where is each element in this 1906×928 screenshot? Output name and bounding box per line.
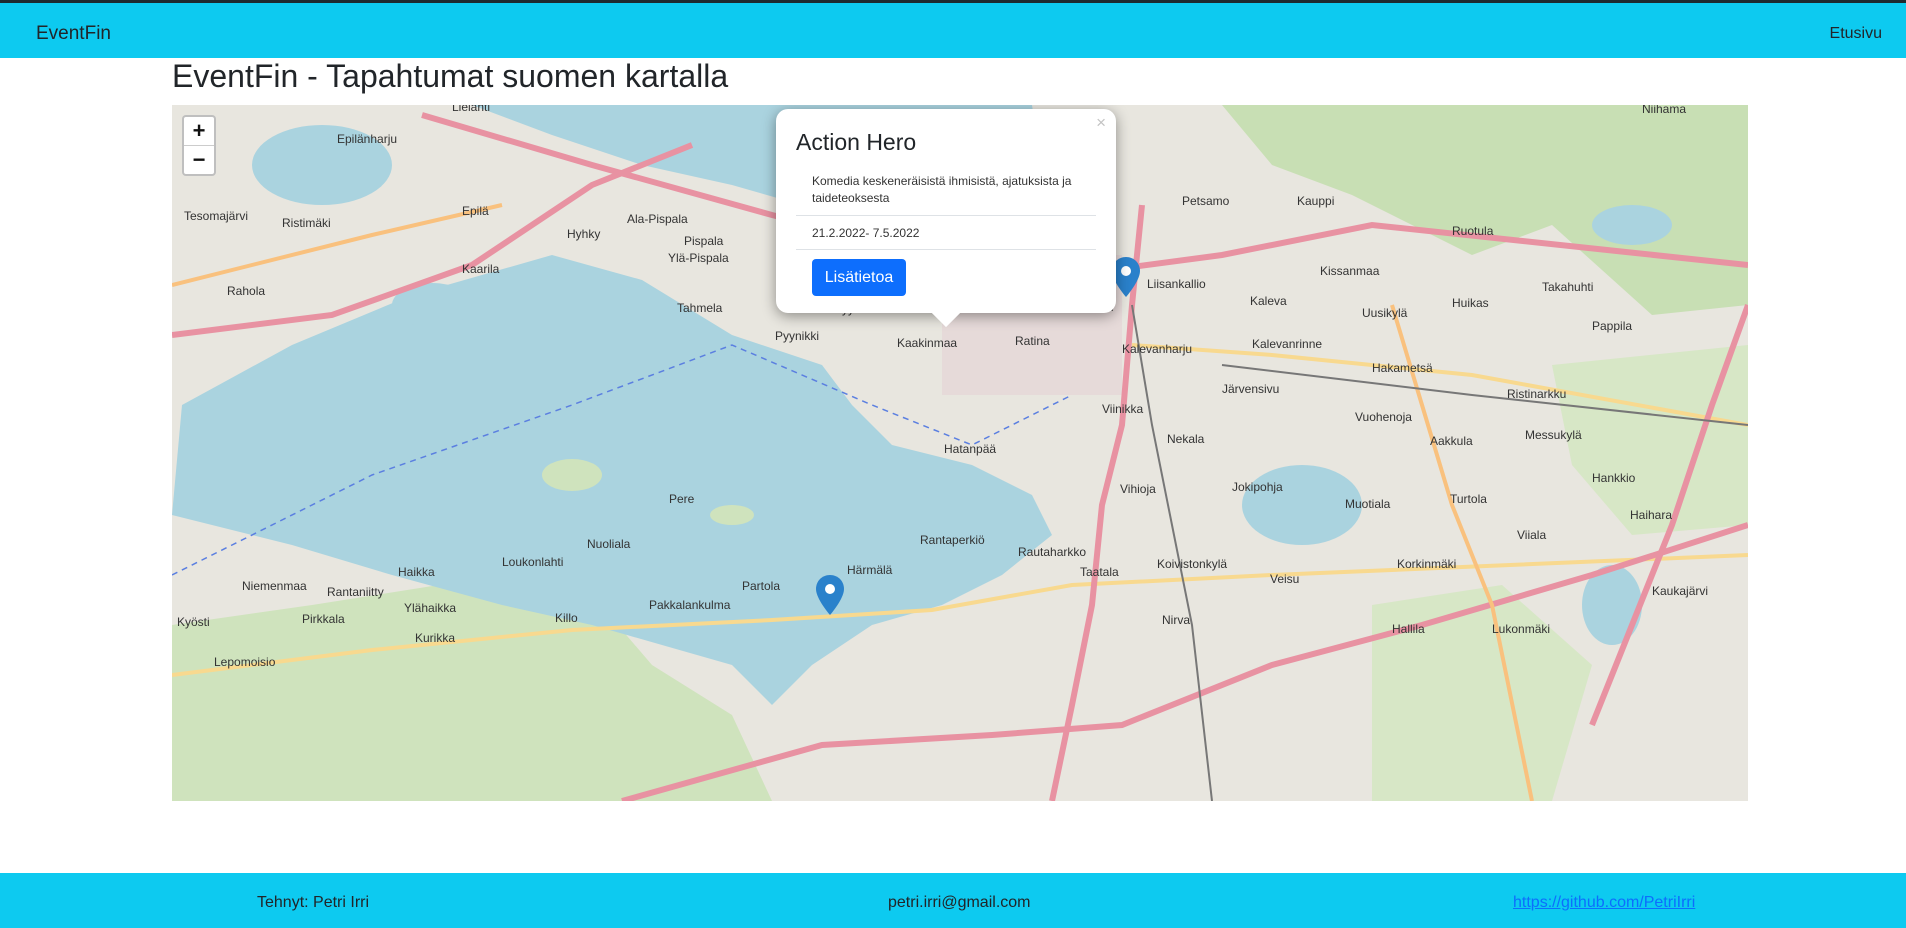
svg-text:Tesomajärvi: Tesomajärvi xyxy=(184,209,248,223)
svg-text:Vihioja: Vihioja xyxy=(1120,482,1156,496)
svg-text:Rantaperkiö: Rantaperkiö xyxy=(920,533,985,547)
svg-text:Vuohenoja: Vuohenoja xyxy=(1355,410,1412,424)
popup-description: Komedia keskeneräisistä ihmisistä, ajatu… xyxy=(812,174,1072,205)
svg-text:Kyösti: Kyösti xyxy=(177,615,210,629)
svg-text:Lukonmäki: Lukonmäki xyxy=(1492,622,1550,636)
svg-text:Kurikka: Kurikka xyxy=(415,631,455,645)
svg-text:Haikka: Haikka xyxy=(398,565,435,579)
event-marker-icon[interactable] xyxy=(816,575,844,615)
svg-text:Takahuhti: Takahuhti xyxy=(1542,280,1593,294)
svg-text:Nekala: Nekala xyxy=(1167,432,1205,446)
svg-text:Nuoliala: Nuoliala xyxy=(587,537,631,551)
svg-text:Niihama: Niihama xyxy=(1642,105,1686,116)
svg-text:Pispala: Pispala xyxy=(684,234,724,248)
svg-text:Ylähaikka: Ylähaikka xyxy=(404,601,456,615)
page-title: EventFin - Tapahtumat suomen kartalla xyxy=(172,58,729,94)
svg-text:Hatanpää: Hatanpää xyxy=(944,442,996,456)
svg-text:Viinikka: Viinikka xyxy=(1102,402,1143,416)
svg-text:Ratina: Ratina xyxy=(1015,334,1050,348)
event-map[interactable]: Lielahti Epilänharju Tesomajärvi Ristimä… xyxy=(172,105,1748,801)
svg-text:Kaarila: Kaarila xyxy=(462,262,500,276)
svg-text:Ristimäki: Ristimäki xyxy=(282,216,331,230)
event-marker-icon[interactable] xyxy=(1112,257,1140,297)
svg-text:Kalevanrinne: Kalevanrinne xyxy=(1252,337,1322,351)
footer: Tehnyt: Petri Irri petri.irri@gmail.com … xyxy=(0,873,1906,928)
svg-text:Viiala: Viiala xyxy=(1517,528,1546,542)
svg-text:Niemenmaa: Niemenmaa xyxy=(242,579,307,593)
zoom-control: + − xyxy=(182,115,216,176)
svg-text:Ylä-Pispala: Ylä-Pispala xyxy=(668,251,729,265)
svg-text:Lepomoisio: Lepomoisio xyxy=(214,655,276,669)
svg-text:Lielahti: Lielahti xyxy=(452,105,490,114)
svg-text:Taatala: Taatala xyxy=(1080,565,1119,579)
svg-text:Pirkkala: Pirkkala xyxy=(302,612,345,626)
svg-text:Aakkula: Aakkula xyxy=(1430,434,1473,448)
svg-text:Tahmela: Tahmela xyxy=(677,301,723,315)
svg-text:Rautaharkko: Rautaharkko xyxy=(1018,545,1086,559)
footer-github-link[interactable]: https://github.com/PetriIrri xyxy=(1513,894,1695,912)
svg-text:Kissanmaa: Kissanmaa xyxy=(1320,264,1380,278)
svg-text:Ruotula: Ruotula xyxy=(1452,224,1494,238)
svg-text:Epilä: Epilä xyxy=(462,204,489,218)
svg-text:Muotiala: Muotiala xyxy=(1345,497,1391,511)
footer-email: petri.irri@gmail.com xyxy=(888,894,1031,911)
svg-text:Pakkalankulma: Pakkalankulma xyxy=(649,598,731,612)
svg-text:Petsamo: Petsamo xyxy=(1182,194,1230,208)
svg-text:Veisu: Veisu xyxy=(1270,572,1299,586)
brand-link[interactable]: EventFin xyxy=(36,23,111,45)
navbar: EventFin Etusivu xyxy=(0,3,1906,58)
more-info-button[interactable]: Lisätietoa xyxy=(812,259,906,296)
svg-text:Hyhky: Hyhky xyxy=(567,227,600,241)
svg-text:Nirva: Nirva xyxy=(1162,613,1190,627)
footer-author: Tehnyt: Petri Irri xyxy=(257,894,370,911)
popup-divider xyxy=(796,249,1096,250)
zoom-in-button[interactable]: + xyxy=(184,117,214,145)
svg-text:Hallila: Hallila xyxy=(1392,622,1425,636)
svg-text:Epilänharju: Epilänharju xyxy=(337,132,397,146)
svg-text:Killo: Killo xyxy=(555,611,578,625)
svg-text:Messukylä: Messukylä xyxy=(1525,428,1582,442)
zoom-out-button[interactable]: − xyxy=(184,145,214,174)
svg-text:Ristinarkku: Ristinarkku xyxy=(1507,387,1566,401)
svg-text:Liisankallio: Liisankallio xyxy=(1147,277,1206,291)
svg-text:Kaakinmaa: Kaakinmaa xyxy=(897,336,957,350)
svg-text:Pyynikki: Pyynikki xyxy=(775,329,819,343)
svg-text:Korkinmäki: Korkinmäki xyxy=(1397,557,1456,571)
nav-home-link[interactable]: Etusivu xyxy=(1830,25,1882,43)
svg-text:Järvensivu: Järvensivu xyxy=(1222,382,1279,396)
svg-text:Kaukajärvi: Kaukajärvi xyxy=(1652,584,1708,598)
svg-text:Koivistonkylä: Koivistonkylä xyxy=(1157,557,1227,571)
svg-text:Hankkio: Hankkio xyxy=(1592,471,1636,485)
popup-close-button[interactable]: × xyxy=(1096,113,1106,133)
svg-text:Loukonlahti: Loukonlahti xyxy=(502,555,563,569)
svg-text:Haihara: Haihara xyxy=(1630,508,1672,522)
svg-text:Rahola: Rahola xyxy=(227,284,265,298)
event-popup: × Action Hero Komedia keskeneräisistä ih… xyxy=(776,109,1116,328)
svg-text:Kaleva: Kaleva xyxy=(1250,294,1287,308)
svg-text:Huikas: Huikas xyxy=(1452,296,1489,310)
svg-text:Pappila: Pappila xyxy=(1592,319,1632,333)
svg-text:Partola: Partola xyxy=(742,579,780,593)
svg-text:Jokipohja: Jokipohja xyxy=(1232,480,1283,494)
svg-text:Kalevanharju: Kalevanharju xyxy=(1122,342,1192,356)
svg-text:Ala-Pispala: Ala-Pispala xyxy=(627,212,688,226)
svg-text:Rantaniitty: Rantaniitty xyxy=(327,585,384,599)
svg-text:Pere: Pere xyxy=(669,492,695,506)
svg-text:Kauppi: Kauppi xyxy=(1297,194,1334,208)
svg-text:Hakametsä: Hakametsä xyxy=(1372,361,1433,375)
svg-text:Turtola: Turtola xyxy=(1450,492,1487,506)
popup-divider xyxy=(796,215,1096,216)
popup-dates: 21.2.2022- 7.5.2022 xyxy=(812,226,920,240)
svg-text:Härmälä: Härmälä xyxy=(847,563,893,577)
popup-title: Action Hero xyxy=(796,129,917,155)
svg-text:Uusikylä: Uusikylä xyxy=(1362,306,1408,320)
